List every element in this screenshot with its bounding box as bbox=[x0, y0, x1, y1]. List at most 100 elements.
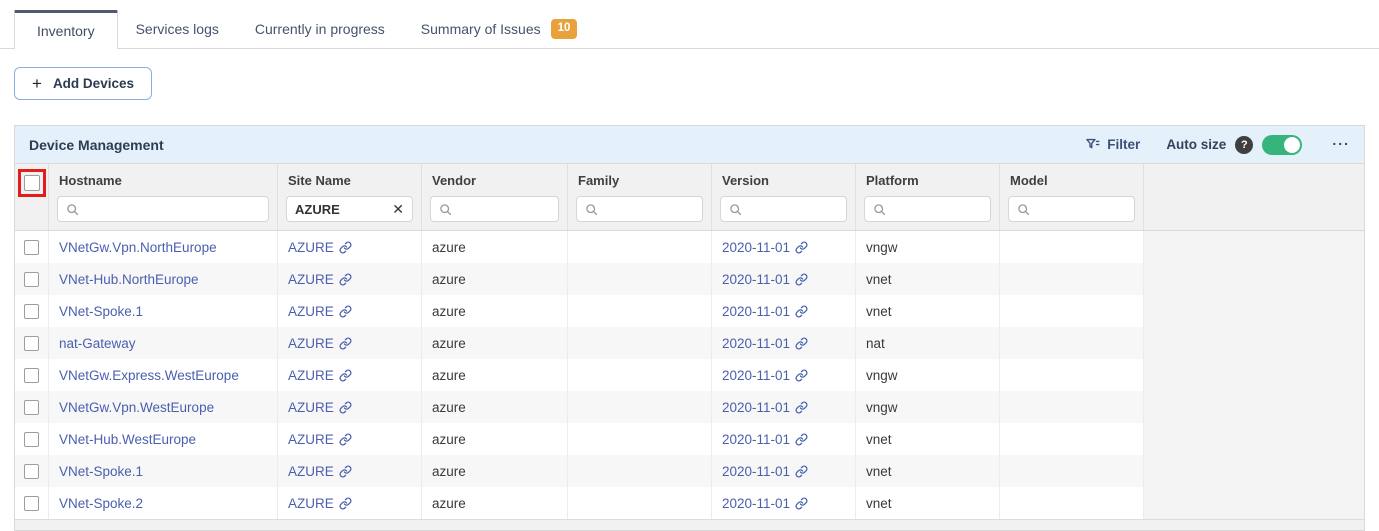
link-icon[interactable] bbox=[795, 337, 808, 350]
link-icon[interactable] bbox=[795, 273, 808, 286]
site-name-link[interactable]: AZURE bbox=[288, 400, 334, 415]
hostname-link[interactable]: VNet-Spoke.1 bbox=[59, 304, 143, 319]
row-checkbox[interactable] bbox=[24, 400, 39, 415]
link-icon[interactable] bbox=[795, 369, 808, 382]
hostname-link[interactable]: nat-Gateway bbox=[59, 336, 136, 351]
link-icon[interactable] bbox=[795, 241, 808, 254]
link-icon[interactable] bbox=[339, 497, 352, 510]
site-name-cell: AZURE bbox=[278, 391, 422, 423]
row-checkbox[interactable] bbox=[24, 272, 39, 287]
column-filter-input[interactable]: ✕ bbox=[430, 196, 559, 222]
column-filter-value[interactable] bbox=[295, 202, 386, 217]
hostname-link[interactable]: VNet-Spoke.2 bbox=[59, 496, 143, 511]
help-icon[interactable]: ? bbox=[1235, 136, 1253, 154]
row-checkbox[interactable] bbox=[24, 496, 39, 511]
hostname-link[interactable]: VNet-Hub.WestEurope bbox=[59, 432, 196, 447]
filter-button[interactable]: Filter bbox=[1085, 137, 1140, 152]
row-checkbox[interactable] bbox=[24, 368, 39, 383]
row-filler-cell bbox=[1144, 263, 1364, 295]
column-filter-input[interactable]: ✕ bbox=[57, 196, 269, 222]
column-filter-value[interactable] bbox=[748, 202, 838, 217]
version-link[interactable]: 2020-11-01 bbox=[722, 240, 790, 255]
version-cell: 2020-11-01 bbox=[712, 391, 856, 423]
version-link[interactable]: 2020-11-01 bbox=[722, 432, 790, 447]
column-label: Version bbox=[722, 173, 845, 188]
hostname-link[interactable]: VNetGw.Express.WestEurope bbox=[59, 368, 239, 383]
link-icon[interactable] bbox=[339, 273, 352, 286]
column-filter-value[interactable] bbox=[458, 202, 550, 217]
link-icon[interactable] bbox=[339, 369, 352, 382]
version-link[interactable]: 2020-11-01 bbox=[722, 304, 790, 319]
column-label: Platform bbox=[866, 173, 989, 188]
link-icon[interactable] bbox=[795, 401, 808, 414]
clear-filter-icon[interactable]: ✕ bbox=[392, 202, 404, 216]
site-name-link[interactable]: AZURE bbox=[288, 304, 334, 319]
link-icon[interactable] bbox=[339, 465, 352, 478]
hostname-link[interactable]: VNet-Spoke.1 bbox=[59, 464, 143, 479]
link-icon[interactable] bbox=[795, 305, 808, 318]
link-icon[interactable] bbox=[339, 433, 352, 446]
tab[interactable]: Summary of Issues 10 bbox=[403, 10, 596, 48]
vendor-value: azure bbox=[432, 272, 466, 287]
hostname-cell: VNetGw.Vpn.WestEurope bbox=[49, 391, 278, 423]
column-filter-value[interactable] bbox=[1036, 202, 1126, 217]
version-link[interactable]: 2020-11-01 bbox=[722, 272, 790, 287]
hostname-cell: VNet-Spoke.1 bbox=[49, 295, 278, 327]
tab[interactable]: Currently in progress bbox=[237, 10, 403, 48]
platform-value: vnet bbox=[866, 304, 892, 319]
hostname-link[interactable]: VNetGw.Vpn.NorthEurope bbox=[59, 240, 217, 255]
column-filter-input[interactable]: ✕ bbox=[576, 196, 703, 222]
link-icon[interactable] bbox=[339, 401, 352, 414]
row-checkbox[interactable] bbox=[24, 464, 39, 479]
column-filter-input[interactable]: ✕ bbox=[864, 196, 991, 222]
version-cell: 2020-11-01 bbox=[712, 455, 856, 487]
link-icon[interactable] bbox=[339, 241, 352, 254]
site-name-cell: AZURE bbox=[278, 423, 422, 455]
hostname-cell: VNetGw.Vpn.NorthEurope bbox=[49, 231, 278, 263]
site-name-cell: AZURE bbox=[278, 359, 422, 391]
version-link[interactable]: 2020-11-01 bbox=[722, 336, 790, 351]
row-checkbox[interactable] bbox=[24, 432, 39, 447]
column-filter-value[interactable] bbox=[604, 202, 694, 217]
select-all-checkbox[interactable] bbox=[24, 175, 40, 191]
link-icon[interactable] bbox=[795, 433, 808, 446]
row-checkbox[interactable] bbox=[24, 304, 39, 319]
vendor-value: azure bbox=[432, 336, 466, 351]
site-name-link[interactable]: AZURE bbox=[288, 432, 334, 447]
vendor-value: azure bbox=[432, 304, 466, 319]
more-menu-button[interactable]: ... bbox=[1332, 138, 1350, 151]
hostname-link[interactable]: VNet-Hub.NorthEurope bbox=[59, 272, 199, 287]
vendor-value: azure bbox=[432, 432, 466, 447]
add-devices-button[interactable]: + Add Devices bbox=[14, 67, 152, 100]
site-name-link[interactable]: AZURE bbox=[288, 368, 334, 383]
horizontal-scrollbar[interactable] bbox=[15, 519, 1364, 530]
link-icon[interactable] bbox=[339, 305, 352, 318]
column-filter-input[interactable]: ✕ bbox=[1008, 196, 1135, 222]
tab[interactable]: Inventory bbox=[14, 10, 118, 49]
column-filter-value[interactable] bbox=[892, 202, 982, 217]
autosize-toggle[interactable] bbox=[1262, 135, 1302, 155]
site-name-link[interactable]: AZURE bbox=[288, 336, 334, 351]
column-filter-input[interactable]: ✕ bbox=[286, 196, 413, 222]
version-link[interactable]: 2020-11-01 bbox=[722, 368, 790, 383]
vendor-value: azure bbox=[432, 240, 466, 255]
column-filter-input[interactable]: ✕ bbox=[720, 196, 847, 222]
site-name-link[interactable]: AZURE bbox=[288, 496, 334, 511]
column-label: Vendor bbox=[432, 173, 557, 188]
site-name-link[interactable]: AZURE bbox=[288, 272, 334, 287]
version-link[interactable]: 2020-11-01 bbox=[722, 496, 790, 511]
row-checkbox[interactable] bbox=[24, 336, 39, 351]
site-name-link[interactable]: AZURE bbox=[288, 464, 334, 479]
link-icon[interactable] bbox=[339, 337, 352, 350]
column-filter-value[interactable] bbox=[85, 202, 260, 217]
link-icon[interactable] bbox=[795, 465, 808, 478]
row-filler-cell bbox=[1144, 423, 1364, 455]
version-link[interactable]: 2020-11-01 bbox=[722, 400, 790, 415]
tab[interactable]: Services logs bbox=[118, 10, 237, 48]
hostname-link[interactable]: VNetGw.Vpn.WestEurope bbox=[59, 400, 214, 415]
row-checkbox[interactable] bbox=[24, 240, 39, 255]
site-name-link[interactable]: AZURE bbox=[288, 240, 334, 255]
link-icon[interactable] bbox=[795, 497, 808, 510]
tab-label: Currently in progress bbox=[255, 21, 385, 37]
version-link[interactable]: 2020-11-01 bbox=[722, 464, 790, 479]
